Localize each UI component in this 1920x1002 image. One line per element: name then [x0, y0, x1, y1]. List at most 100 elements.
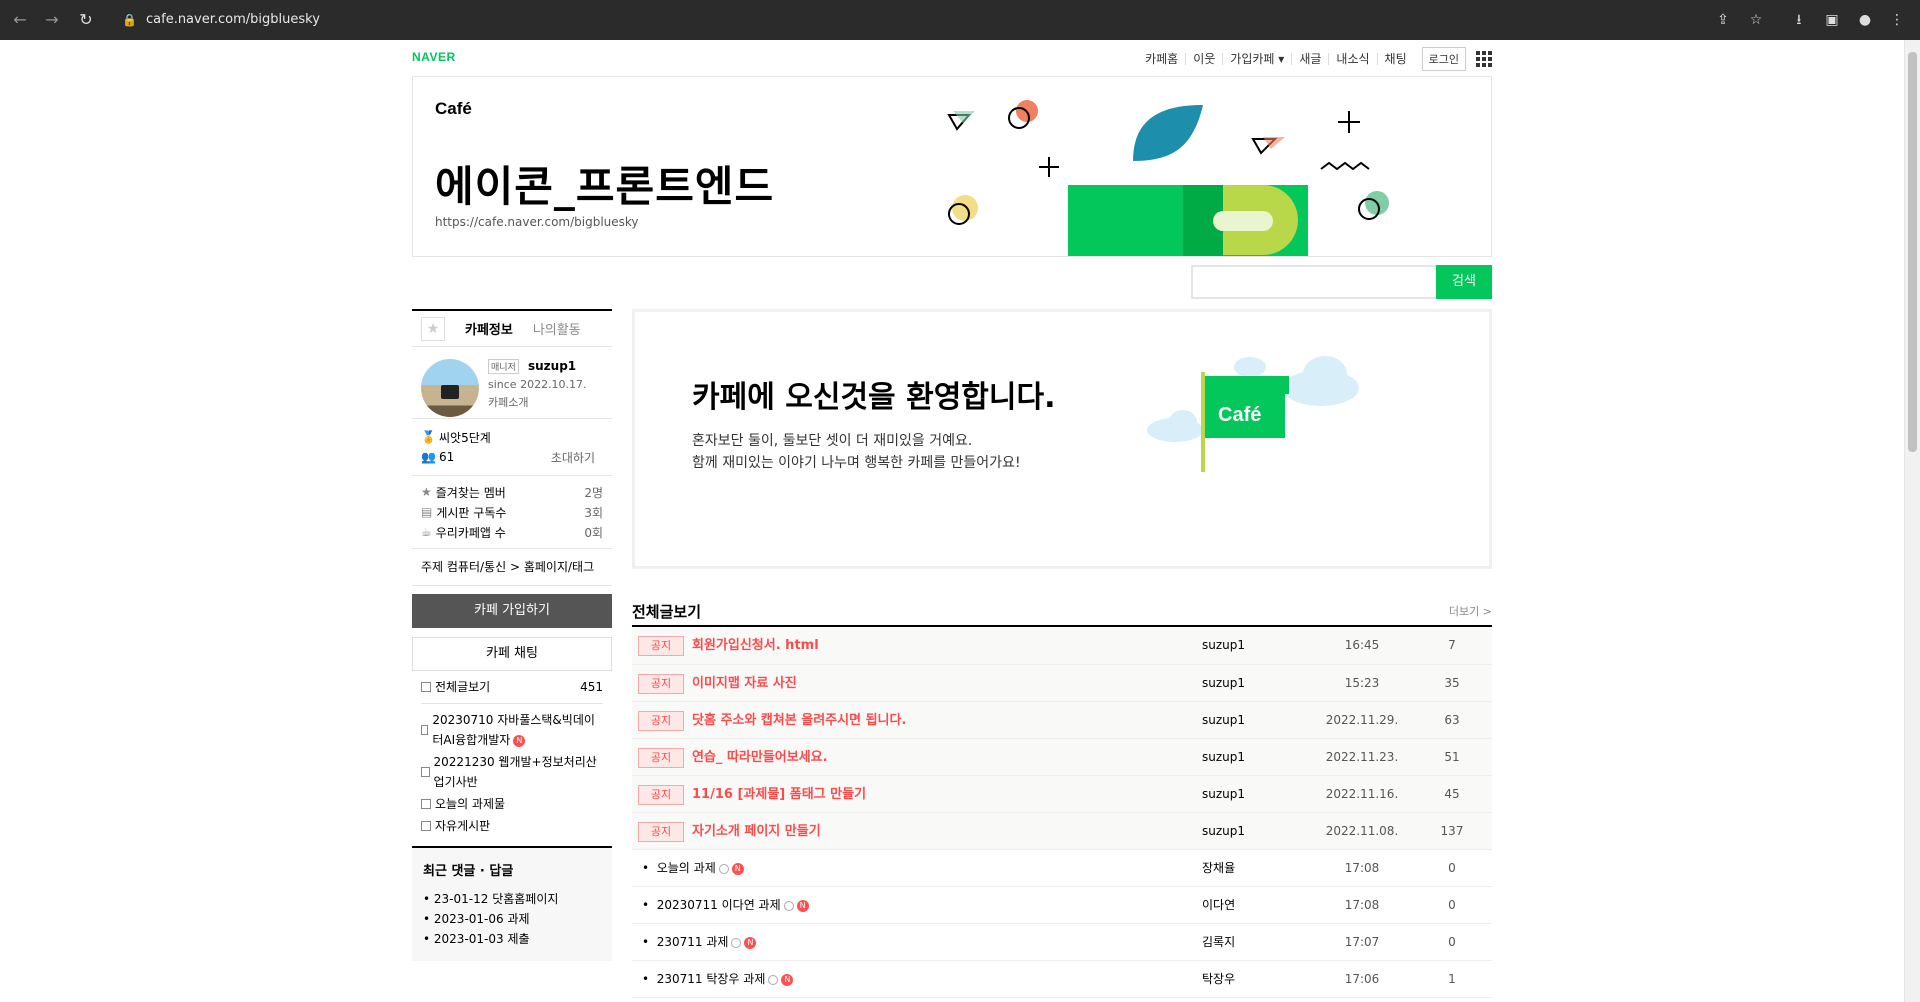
board-icon — [421, 821, 431, 831]
share-icon[interactable]: ⇪ — [1712, 9, 1734, 31]
table-row[interactable]: • 230711 과제 N 김록지 17:07 0 — [632, 923, 1492, 961]
cafe-url[interactable]: https://cafe.naver.com/bigbluesky — [435, 215, 639, 229]
avatar[interactable] — [421, 359, 479, 417]
member-count[interactable]: 61 — [439, 450, 551, 464]
post-title[interactable]: 연습_ 따라만들어보세요. — [684, 750, 828, 765]
menu-board-item[interactable]: 20230710 자바풀스택&빅데이터AI융합개발자 N — [421, 710, 603, 750]
cafe-search-input[interactable] — [1191, 265, 1436, 299]
post-author[interactable]: 탁장우 — [1202, 960, 1312, 998]
tab-my-activity[interactable]: 나의활동 — [533, 319, 581, 338]
table-row[interactable]: 공지 닷홈 주소와 캡쳐본 올려주시면 됩니다. suzup1 2022.11.2… — [632, 701, 1492, 739]
favorite-star-icon[interactable]: ★ — [421, 316, 445, 341]
table-row[interactable]: • 20230711 이다연 과제 N 이다연 17:08 0 — [632, 886, 1492, 924]
address-bar[interactable]: 🔒 cafe.naver.com/bigbluesky — [112, 5, 1782, 35]
tab-cafe-info[interactable]: 카페정보 — [465, 319, 513, 338]
header-decoration — [947, 100, 1389, 256]
table-row[interactable]: 공지 회원가입신청서. html suzup1 16:45 7 — [632, 627, 1492, 665]
post-title[interactable]: 닷홈 주소와 캡쳐본 올려주시면 됩니다. — [684, 713, 906, 728]
scrollbar[interactable] — [1904, 40, 1920, 1002]
search-row: 검색 — [412, 257, 1492, 309]
flag-logo: Café — [1218, 404, 1262, 426]
post-author[interactable]: suzup1 — [1202, 701, 1312, 739]
recent-item[interactable]: • 23-01-12 닷홈홈페이지 — [423, 889, 601, 909]
post-title[interactable]: 230711 과제 — [657, 935, 729, 949]
table-row[interactable]: 공지 연습_ 따라만들어보세요. suzup1 2022.11.23. 51 — [632, 738, 1492, 776]
menu-board-item[interactable]: 자유게시판 — [421, 816, 603, 836]
post-date: 2022.11.16. — [1312, 775, 1412, 813]
gnb-new-posts[interactable]: 새글 — [1291, 53, 1328, 65]
menu-kebab-icon[interactable]: ⋮ — [1886, 9, 1908, 31]
app-icon: ☕ — [421, 525, 432, 539]
notice-tag: 공지 — [638, 784, 684, 805]
post-date: 17:07 — [1312, 923, 1412, 961]
forward-icon[interactable]: → — [40, 8, 64, 32]
post-title[interactable]: 자기소개 페이지 만들기 — [684, 824, 821, 839]
gnb-chat[interactable]: 채팅 — [1376, 53, 1414, 65]
table-row[interactable]: • 230711 탁장우 과제 N 탁장우 17:06 1 — [632, 960, 1492, 998]
post-views: 63 — [1412, 701, 1492, 739]
post-author[interactable]: suzup1 — [1202, 738, 1312, 776]
menu-board-item[interactable]: 20221230 웹개발+정보처리산업기사반 — [421, 752, 603, 792]
board-icon — [421, 682, 431, 692]
stat-label: 우리카페앱 수 — [435, 525, 506, 540]
profile-icon[interactable]: ● — [1854, 9, 1876, 31]
cafe-level[interactable]: 씨앗5단계 — [439, 429, 491, 446]
cafe-intro-link[interactable]: 카페소개 — [488, 394, 528, 410]
reload-icon[interactable]: ↻ — [74, 8, 98, 32]
post-author[interactable]: suzup1 — [1202, 812, 1312, 850]
post-author[interactable]: 장채율 — [1202, 849, 1312, 887]
star-icon: ★ — [421, 485, 432, 499]
post-title[interactable]: 230711 탁장우 과제 — [657, 972, 766, 986]
cafe-title[interactable]: 에이콘_프론트엔드 — [435, 153, 774, 214]
new-badge: N — [744, 936, 757, 949]
recent-item[interactable]: • 2023-01-06 과제 — [423, 909, 601, 929]
post-author[interactable]: 이다연 — [1202, 886, 1312, 924]
table-row[interactable]: 공지 자기소개 페이지 만들기 suzup1 2022.11.08. 137 — [632, 812, 1492, 850]
manager-name[interactable]: suzup1 — [528, 359, 576, 373]
login-button[interactable]: 로그인 — [1421, 47, 1466, 71]
table-row[interactable]: • 오늘의 과제 N 장채율 17:08 0 — [632, 849, 1492, 887]
main-content: 카페에 오신것을 환영합니다. 혼자보단 둘이, 둘보단 셋이 더 재미있을 거… — [632, 309, 1492, 998]
board-title[interactable]: 전체글보기 — [632, 601, 701, 622]
sidepanel-icon[interactable]: ▣ — [1821, 9, 1843, 31]
recent-item[interactable]: • 2023-01-03 제출 — [423, 929, 601, 949]
invite-link[interactable]: 초대하기 — [551, 449, 595, 466]
naver-logo[interactable]: NAVER — [412, 50, 456, 64]
cafe-chat-button[interactable]: 카페 채팅 — [412, 637, 612, 671]
bookmark-star-icon[interactable]: ☆ — [1745, 9, 1767, 31]
back-icon[interactable]: ← — [8, 8, 32, 32]
post-author[interactable]: suzup1 — [1202, 664, 1312, 702]
post-date: 2022.11.29. — [1312, 701, 1412, 739]
search-button[interactable]: 검색 — [1436, 265, 1492, 299]
scrollbar-thumb[interactable] — [1908, 52, 1917, 452]
gnb-neighbors[interactable]: 이웃 — [1185, 53, 1222, 65]
gnb-my-news[interactable]: 내소식 — [1328, 53, 1376, 65]
new-badge: N — [513, 734, 526, 747]
gnb-joined-cafes[interactable]: 가입카페 ▾ — [1222, 53, 1291, 65]
menu-all-posts[interactable]: 전체글보기 451 — [421, 677, 603, 697]
cafe-logo[interactable]: Café — [435, 99, 472, 119]
notice-tag: 공지 — [638, 710, 684, 731]
post-title[interactable]: 이미지맵 자료 사진 — [684, 676, 797, 691]
sidebar: ★ 카페정보 나의활동 매니저 suzup1 since 2022.10.17.… — [412, 309, 612, 961]
menu-board-item[interactable]: 오늘의 과제물 — [421, 794, 603, 814]
more-link[interactable]: 더보기 > — [1449, 603, 1492, 619]
post-title[interactable]: 20230711 이다연 과제 — [657, 898, 781, 912]
join-cafe-button[interactable]: 카페 가입하기 — [412, 594, 612, 628]
new-badge: N — [731, 862, 744, 875]
apps-grid-icon[interactable] — [1476, 51, 1492, 67]
post-author[interactable]: suzup1 — [1202, 627, 1312, 665]
download-icon[interactable]: ⭳ — [1788, 9, 1810, 31]
post-author[interactable]: 김록지 — [1202, 923, 1312, 961]
image-attach-icon — [768, 974, 779, 985]
post-title[interactable]: 회원가입신청서. html — [684, 638, 819, 653]
manager-badge: 매니저 — [488, 359, 519, 374]
post-title[interactable]: 오늘의 과제 — [657, 861, 716, 875]
post-author[interactable]: suzup1 — [1202, 775, 1312, 813]
gnb-cafe-home[interactable]: 카페홈 — [1138, 53, 1185, 65]
post-title[interactable]: 11/16 [과제물] 폼태그 만들기 — [684, 787, 866, 802]
gnb-joined-cafes-label: 가입카페 — [1230, 52, 1275, 66]
table-row[interactable]: 공지 11/16 [과제물] 폼태그 만들기 suzup1 2022.11.16.… — [632, 775, 1492, 813]
table-row[interactable]: 공지 이미지맵 자료 사진 suzup1 15:23 35 — [632, 664, 1492, 702]
board-header: 전체글보기 더보기 > — [632, 579, 1492, 627]
